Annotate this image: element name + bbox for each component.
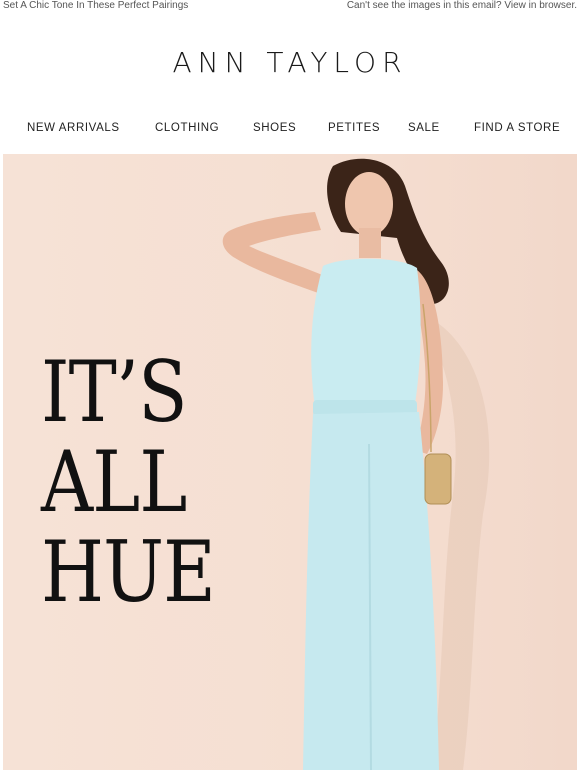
main-nav: NEW ARRIVALS CLOTHING SHOES PETITES SALE… [0,122,580,138]
nav-new-arrivals[interactable]: NEW ARRIVALS [27,122,120,134]
preheader: Set A Chic Tone In These Perfect Pairing… [0,0,580,14]
hero-headline-line-2: ALL [41,433,187,531]
view-in-browser-link[interactable]: Can't see the images in this email? View… [347,0,577,14]
hero-headline-line-1: IT’S [41,343,188,441]
hero-banner[interactable]: IT’S ALL HUE [3,154,577,770]
nav-sale[interactable]: SALE [408,122,440,134]
nav-clothing[interactable]: CLOTHING [155,122,219,134]
nav-shoes[interactable]: SHOES [253,122,296,134]
nav-petites[interactable]: PETITES [328,122,380,134]
brand-logo[interactable]: ANN TAYLOR [0,46,580,79]
hero-headline-line-3: HUE [41,523,216,621]
nav-find-a-store[interactable]: FIND A STORE [474,122,560,134]
preheader-tagline: Set A Chic Tone In These Perfect Pairing… [3,0,189,11]
